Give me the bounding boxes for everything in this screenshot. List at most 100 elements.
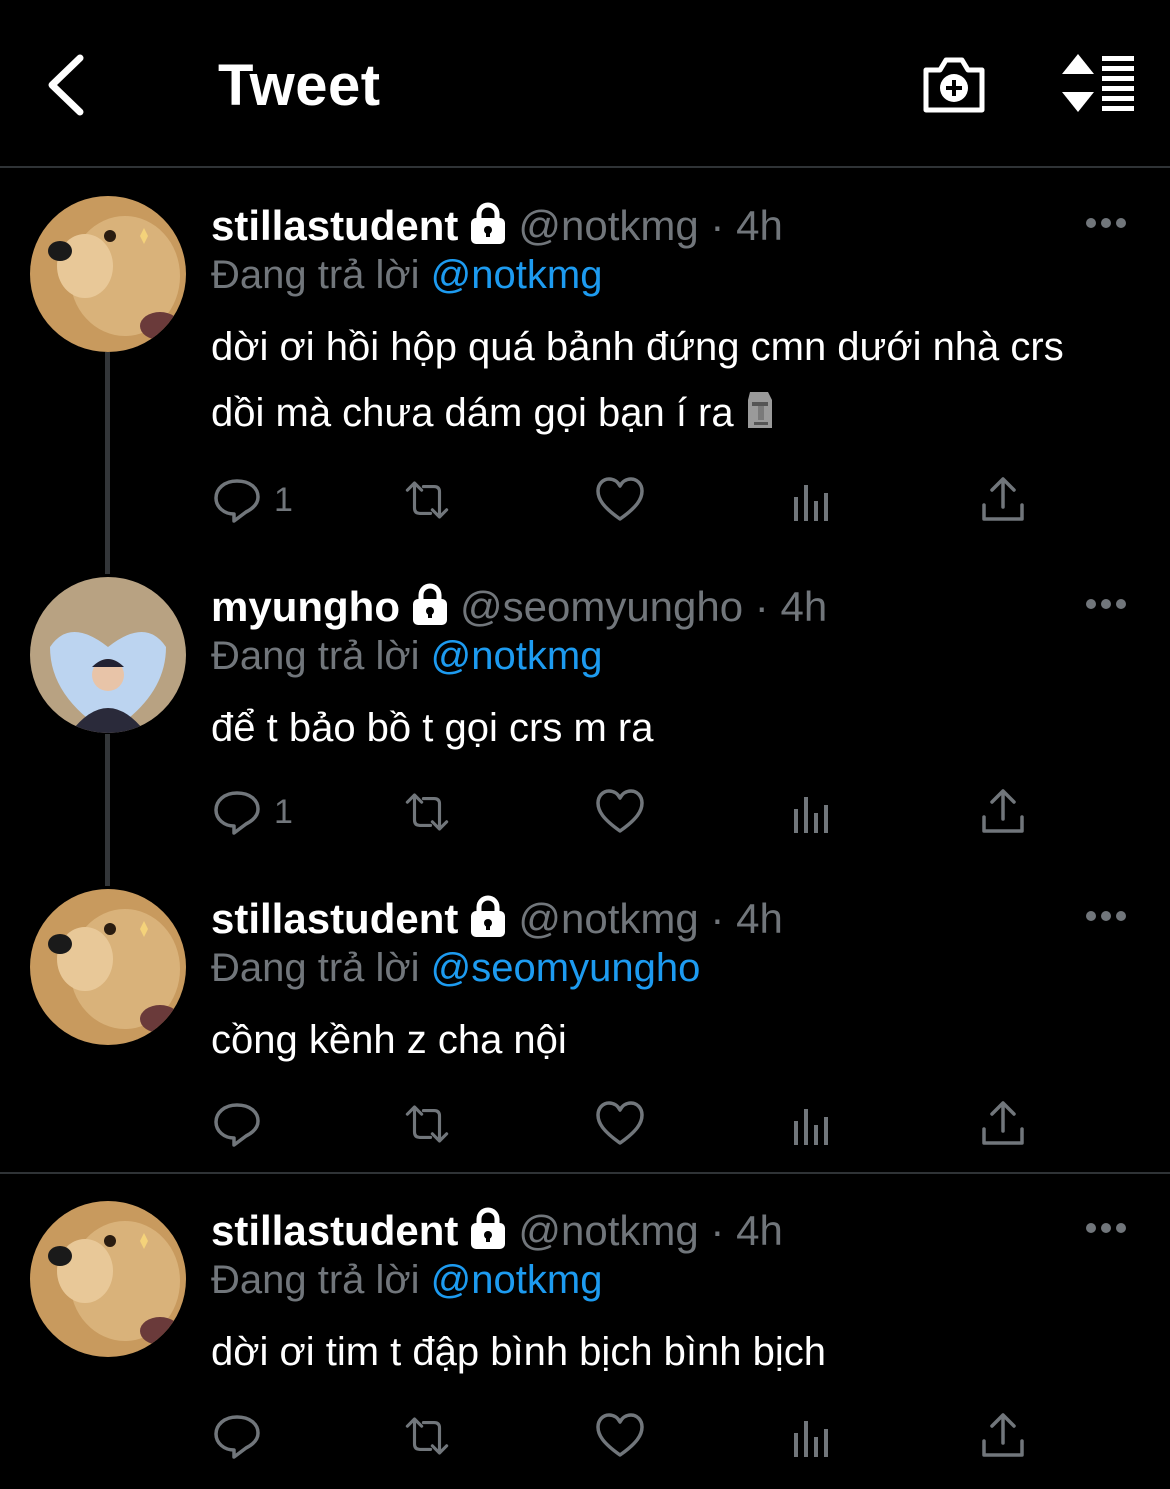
reply-count: 1 — [274, 792, 293, 831]
analytics-button[interactable] — [788, 784, 838, 840]
reply-icon — [214, 1103, 260, 1147]
display-name[interactable]: myungho — [211, 583, 400, 630]
tweet-text: dời ơi hồi hộp quá bảnh đứng cmn dưới nh… — [211, 314, 1111, 446]
chevron-left-icon[interactable] — [40, 50, 96, 120]
tweet-text: để t bảo bồ t gọi crs m ra — [211, 706, 654, 750]
tweet-header: myungho @seomyungho · 4h — [211, 581, 827, 633]
tweet-text: cồng kềnh z cha nội — [211, 1018, 567, 1062]
retweet-button[interactable] — [402, 784, 452, 840]
separator-dot: · — [710, 1207, 725, 1254]
replying-to: Đang trả lời @notkmg — [211, 631, 602, 681]
analytics-icon — [794, 485, 828, 521]
more-options-icon[interactable] — [1084, 909, 1128, 923]
heart-icon — [596, 789, 644, 833]
camera-plus-icon[interactable] — [920, 52, 988, 116]
like-button[interactable] — [595, 1408, 645, 1464]
avatar[interactable] — [30, 577, 186, 733]
display-name[interactable]: stillastudent — [211, 1207, 458, 1254]
tweet-header: stillastudent @notkmg · 4h — [211, 200, 783, 252]
retweet-icon — [405, 1105, 449, 1143]
analytics-button[interactable] — [788, 1096, 838, 1152]
heart-icon — [596, 1413, 644, 1457]
tweet-actions — [0, 1408, 1170, 1468]
timestamp: 4h — [780, 583, 828, 630]
page-title: Tweet — [218, 53, 381, 118]
display-name[interactable]: stillastudent — [211, 895, 458, 942]
replying-to: Đang trả lời @seomyungho — [211, 943, 700, 993]
share-icon — [982, 477, 1024, 521]
divider — [0, 1172, 1170, 1174]
heart-icon — [596, 477, 644, 521]
analytics-icon — [794, 1421, 828, 1457]
share-icon — [982, 1413, 1024, 1457]
retweet-button[interactable] — [402, 1096, 452, 1152]
moai-emoji-icon — [747, 392, 772, 428]
avatar[interactable] — [30, 889, 186, 1045]
more-options-icon[interactable] — [1084, 597, 1128, 611]
lock-icon — [412, 583, 447, 625]
separator-dot: · — [710, 202, 725, 249]
heart-icon — [596, 1101, 644, 1145]
share-button[interactable] — [978, 1408, 1028, 1464]
display-name[interactable]: stillastudent — [211, 202, 458, 249]
share-button[interactable] — [978, 784, 1028, 840]
timestamp: 4h — [736, 895, 783, 942]
reply-to-link[interactable]: @seomyungho — [431, 946, 701, 990]
reply-button[interactable] — [212, 1408, 274, 1464]
retweet-button[interactable] — [402, 472, 452, 528]
reply-to-link[interactable]: @notkmg — [431, 634, 603, 678]
top-bar: Tweet — [0, 0, 1170, 168]
replying-to: Đang trả lời @notkmg — [211, 250, 602, 300]
reply-button[interactable]: 1 — [212, 472, 293, 528]
avatar[interactable] — [30, 1201, 186, 1357]
like-button[interactable] — [595, 1096, 645, 1152]
share-button[interactable] — [978, 472, 1028, 528]
tweet-header: stillastudent @notkmg · 4h — [211, 1205, 783, 1257]
lock-icon — [471, 202, 506, 244]
reply-prefix: Đang trả lời — [211, 253, 420, 297]
reply-to-link[interactable]: @notkmg — [431, 253, 603, 297]
reply-count: 1 — [274, 480, 293, 519]
separator-dot: · — [754, 583, 769, 630]
like-button[interactable] — [595, 784, 645, 840]
sort-list-icon[interactable] — [1058, 52, 1138, 114]
tweet-text: dời ơi tim t đập bình bịch bình bịch — [211, 1330, 827, 1374]
reply-button[interactable] — [212, 1096, 274, 1152]
tweet-header: stillastudent @notkmg · 4h — [211, 893, 783, 945]
replying-to: Đang trả lời @notkmg — [211, 1255, 602, 1305]
reply-prefix: Đang trả lời — [211, 946, 420, 990]
share-button[interactable] — [978, 1096, 1028, 1152]
lock-icon — [471, 895, 506, 937]
reply-icon — [214, 1415, 260, 1459]
separator-dot: · — [710, 895, 725, 942]
user-handle[interactable]: @notkmg — [518, 1207, 698, 1254]
reply-prefix: Đang trả lời — [211, 1258, 420, 1302]
reply-prefix: Đang trả lời — [211, 634, 420, 678]
analytics-button[interactable] — [788, 472, 838, 528]
timestamp: 4h — [736, 202, 783, 249]
analytics-button[interactable] — [788, 1408, 838, 1464]
like-button[interactable] — [595, 472, 645, 528]
retweet-icon — [405, 793, 449, 831]
timestamp: 4h — [736, 1207, 783, 1254]
user-handle[interactable]: @notkmg — [518, 895, 698, 942]
retweet-button[interactable] — [402, 1408, 452, 1464]
share-icon — [982, 1101, 1024, 1145]
user-handle[interactable]: @seomyungho — [460, 583, 743, 630]
user-handle[interactable]: @notkmg — [518, 202, 698, 249]
analytics-icon — [794, 797, 828, 833]
more-options-icon[interactable] — [1084, 216, 1128, 230]
avatar[interactable] — [30, 196, 186, 352]
reply-icon — [214, 791, 260, 835]
analytics-icon — [794, 1109, 828, 1145]
reply-to-link[interactable]: @notkmg — [431, 1258, 603, 1302]
more-options-icon[interactable] — [1084, 1221, 1128, 1235]
lock-icon — [471, 1207, 506, 1249]
retweet-icon — [405, 1417, 449, 1455]
tweet-actions: 1 — [0, 784, 1170, 844]
tweet-text-content: dời ơi hồi hộp quá bảnh đứng cmn dưới nh… — [211, 325, 1064, 435]
tweet-actions: 1 — [0, 472, 1170, 532]
reply-icon — [214, 479, 260, 523]
tweet-actions — [0, 1096, 1170, 1156]
reply-button[interactable]: 1 — [212, 784, 293, 840]
